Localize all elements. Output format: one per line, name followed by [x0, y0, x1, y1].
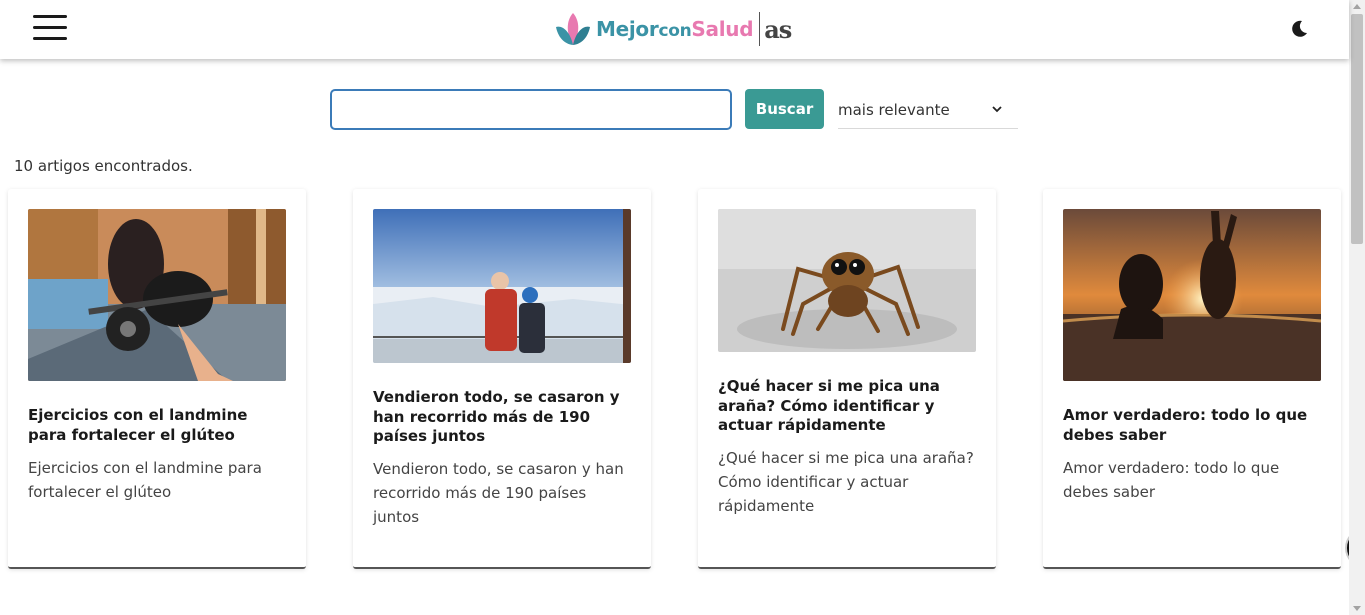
article-excerpt: Ejercicios con el landmine para fortalec… [28, 459, 262, 501]
search-input[interactable] [330, 89, 732, 130]
article-card[interactable]: ¿Qué hacer si me pica una araña? Cómo id… [698, 189, 996, 569]
scroll-down-arrow-icon[interactable] [1353, 606, 1361, 611]
logo-divider [759, 12, 761, 46]
article-title[interactable]: Ejercicios con el landmine para fortalec… [28, 406, 286, 445]
article-title[interactable]: Amor verdadero: todo lo que debes saber [1063, 406, 1321, 445]
results-count: 10 artigos encontrados. [14, 157, 193, 175]
sort-select[interactable]: mais relevante [838, 91, 1018, 129]
article-thumbnail [28, 209, 286, 381]
article-thumbnail [1063, 209, 1321, 381]
article-excerpt: Amor verdadero: todo lo que debes saber [1063, 459, 1280, 501]
article-title[interactable]: ¿Qué hacer si me pica una araña? Cómo id… [718, 377, 976, 436]
scroll-up-arrow-icon[interactable] [1353, 4, 1361, 9]
article-title[interactable]: Vendieron todo, se casaron y han recorri… [373, 388, 631, 447]
chevron-down-icon [992, 106, 1002, 113]
partner-logo: as [764, 14, 792, 44]
article-excerpt: ¿Qué hacer si me pica una araña? Cómo id… [718, 449, 974, 515]
article-excerpt: Vendieron todo, se casaron y han recorri… [373, 460, 624, 526]
article-thumbnail [718, 209, 976, 352]
search-button[interactable]: Buscar [745, 89, 824, 129]
article-card[interactable]: Amor verdadero: todo lo que debes saber … [1043, 189, 1341, 569]
moon-icon[interactable] [1289, 19, 1309, 39]
article-thumbnail [373, 209, 631, 363]
page-scrollbar[interactable] [1349, 0, 1365, 615]
scrollbar-thumb[interactable] [1351, 14, 1363, 244]
lotus-logo-icon [556, 13, 590, 45]
hamburger-menu-icon[interactable] [33, 15, 67, 43]
article-card[interactable]: Vendieron todo, se casaron y han recorri… [353, 189, 651, 569]
site-logo[interactable]: MejorconSalud as [554, 11, 792, 47]
sort-selected-value: mais relevante [838, 100, 950, 119]
logo-wordmark: MejorconSalud [596, 17, 754, 41]
article-card[interactable]: Ejercicios con el landmine para fortalec… [8, 189, 306, 569]
site-header: MejorconSalud as [0, 0, 1349, 59]
